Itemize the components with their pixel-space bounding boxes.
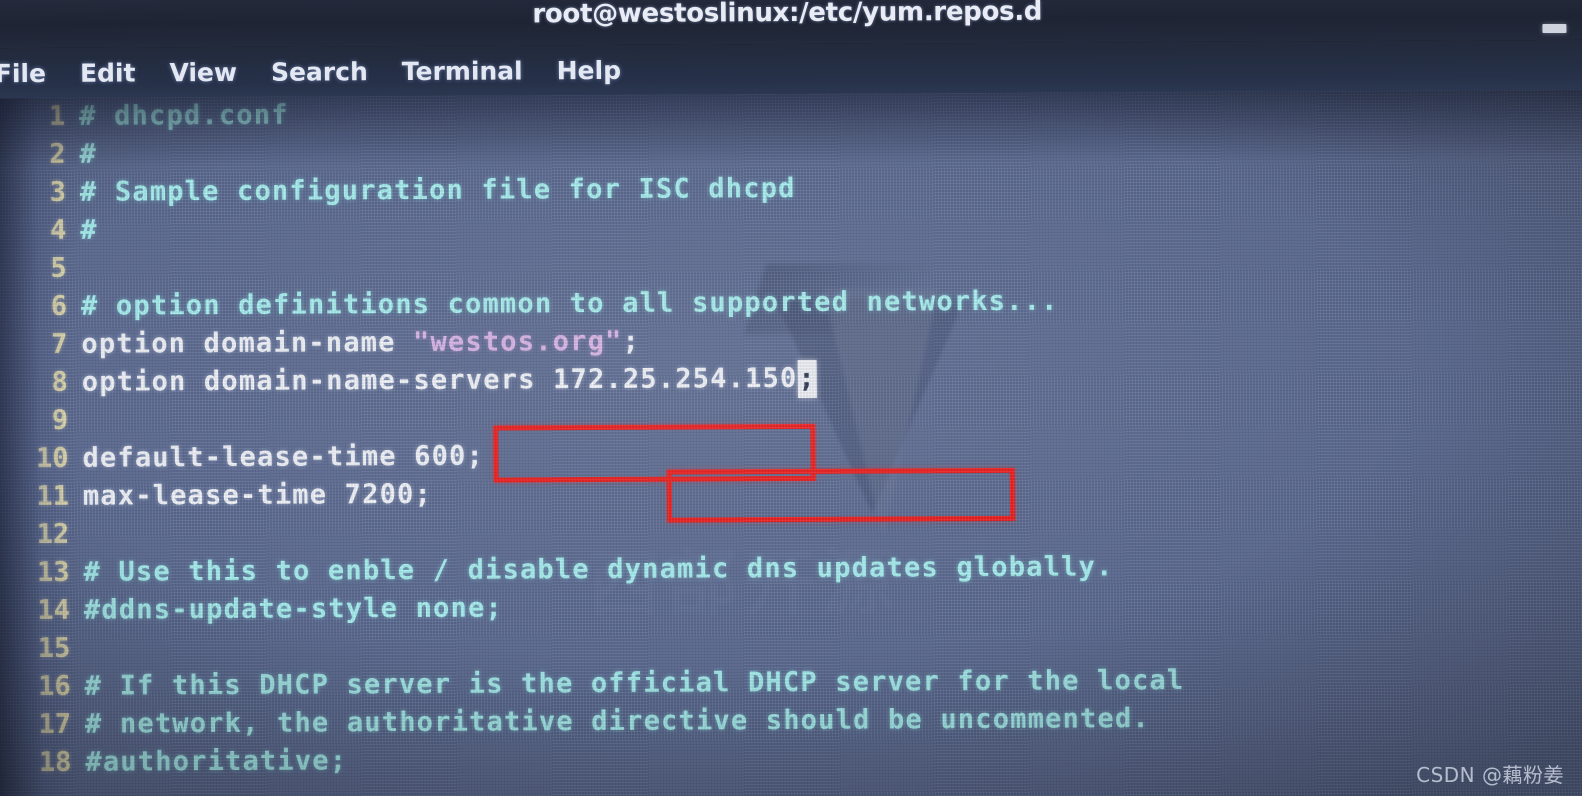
line-number: 11 xyxy=(36,480,70,512)
line-source: # xyxy=(79,138,98,170)
menu-item-search[interactable]: Search xyxy=(271,57,368,87)
line-source: default-lease-time 600; xyxy=(82,440,485,474)
line-source-prefix: option domain-name-servers 172.25.254.15… xyxy=(81,362,798,398)
line-source: option domain-name "westos.org"; xyxy=(81,323,640,364)
editor-pane[interactable]: 西部开源 1 # dhcpd.conf 2 #3 # Sample configurat… xyxy=(0,89,1582,796)
line-source: #ddns-update-style none; xyxy=(83,592,504,626)
menu-item-view[interactable]: View xyxy=(169,57,237,86)
line-number: 14 xyxy=(37,594,71,626)
line-number: 6 xyxy=(50,290,68,322)
line-number: 4 xyxy=(49,214,67,246)
line-number: 9 xyxy=(51,404,69,436)
line-source: # If this DHCP server is the official DH… xyxy=(84,664,1185,702)
line-source: # dhcpd.conf xyxy=(79,99,289,132)
menu-item-help[interactable]: Help xyxy=(557,55,622,84)
line-source: # Sample configuration file for ISC dhcp… xyxy=(79,172,796,208)
line-source: # network, the authoritative directive s… xyxy=(84,703,1150,740)
line-number: 17 xyxy=(38,708,72,740)
window-title: root@westoslinux:/etc/yum.repos.d xyxy=(532,0,1043,30)
line-number: 16 xyxy=(38,670,71,702)
line-source: #authoritative; xyxy=(85,745,348,778)
line-source: # xyxy=(80,214,98,246)
menu-item-edit[interactable]: Edit xyxy=(80,58,136,87)
line-number: 15 xyxy=(37,632,71,664)
terminal-window: root@westoslinux:/etc/yum.repos.d File E… xyxy=(0,0,1582,796)
line-number: 1 xyxy=(48,100,66,132)
code-line[interactable]: 18 #authoritative; xyxy=(0,736,1582,782)
minimize-button[interactable] xyxy=(1542,23,1567,34)
line-number: 13 xyxy=(36,556,70,588)
line-source: option domain-name-servers 172.25.254.15… xyxy=(81,359,818,402)
line-number: 12 xyxy=(36,518,70,550)
menu-bar: File Edit View Search Terminal Help xyxy=(0,39,1582,99)
line-number: 2 xyxy=(49,138,66,170)
menu-item-terminal[interactable]: Terminal xyxy=(402,56,523,86)
line-number: 8 xyxy=(51,366,68,398)
line-number: 3 xyxy=(49,176,67,208)
line-source-suffix: ; xyxy=(622,325,641,357)
code-area[interactable]: 1 # dhcpd.conf 2 #3 # Sample configuration f… xyxy=(0,90,1582,782)
line-number: 10 xyxy=(35,442,69,474)
line-source: # Use this to enble / disable dynamic dn… xyxy=(83,551,1114,588)
text-cursor: ; xyxy=(797,359,818,398)
line-source-prefix: option domain-name xyxy=(81,326,414,360)
line-number: 7 xyxy=(50,328,68,360)
screenshot-root: root@westoslinux:/etc/yum.repos.d File E… xyxy=(0,0,1582,796)
menu-item-file[interactable]: File xyxy=(0,58,46,87)
line-source: max-lease-time 7200; xyxy=(82,478,433,512)
line-source-string: "westos.org" xyxy=(412,325,623,358)
line-number: 5 xyxy=(50,252,67,284)
line-number: 18 xyxy=(38,746,72,778)
line-source: # option definitions common to all suppo… xyxy=(80,285,1059,322)
